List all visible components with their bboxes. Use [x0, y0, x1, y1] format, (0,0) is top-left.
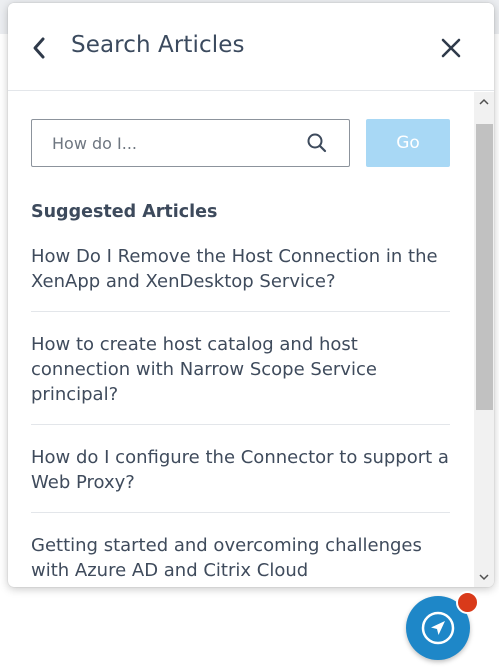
search-box [31, 119, 350, 167]
panel-title: Search Articles [71, 32, 245, 58]
navigation-arrow-icon [421, 611, 455, 645]
back-button[interactable] [26, 33, 52, 63]
notification-badge [456, 591, 479, 614]
panel-header: Search Articles [8, 3, 494, 91]
panel-body: Go Suggested Articles How Do I Remove th… [8, 92, 494, 587]
suggested-articles-heading: Suggested Articles [31, 202, 218, 222]
chevron-left-icon [33, 37, 45, 59]
article-link[interactable]: How Do I Remove the Host Connection in t… [31, 234, 450, 312]
scrollbar[interactable] [474, 92, 494, 587]
go-button[interactable]: Go [366, 119, 450, 167]
article-link[interactable]: Getting started and overcoming challenge… [31, 513, 450, 587]
article-link[interactable]: How do I configure the Connector to supp… [31, 425, 450, 513]
chevron-up-icon [479, 98, 489, 105]
suggested-articles-list: How Do I Remove the Host Connection in t… [31, 234, 450, 587]
chevron-down-icon [479, 574, 489, 581]
article-link[interactable]: How to create host catalog and host conn… [31, 312, 450, 425]
close-button[interactable] [436, 33, 466, 63]
scroll-down-button[interactable] [474, 567, 494, 587]
scroll-up-button[interactable] [474, 92, 494, 112]
search-input[interactable] [32, 120, 302, 166]
scrollbar-thumb[interactable] [476, 124, 493, 410]
search-icon[interactable] [306, 132, 328, 154]
search-articles-panel: Search Articles Go Suggested Articles Ho… [8, 3, 494, 587]
close-icon [441, 38, 461, 58]
